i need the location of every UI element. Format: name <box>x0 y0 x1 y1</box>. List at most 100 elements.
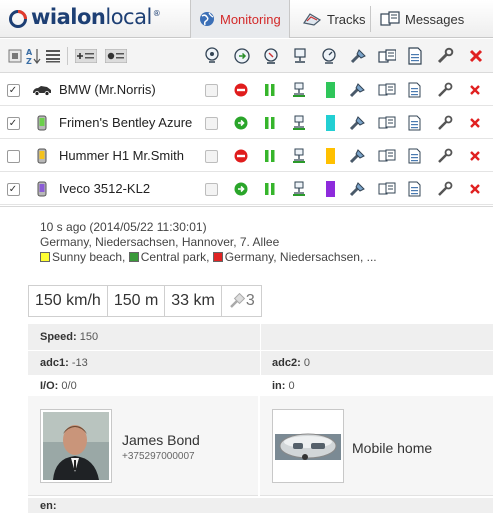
messages-icon[interactable] <box>378 107 396 139</box>
properties-icon[interactable] <box>436 107 454 139</box>
drive-icon[interactable] <box>262 47 280 65</box>
stop-state-icon <box>233 140 249 172</box>
unit-name[interactable]: Iveco 3512-KL2 <box>59 173 150 205</box>
delete-icon[interactable] <box>467 173 483 205</box>
delete-icon[interactable] <box>467 140 483 172</box>
unit-row[interactable]: ✓ Frimen's Bentley Azure <box>0 107 493 139</box>
select-all-icon[interactable] <box>6 47 24 65</box>
toolbar-divider <box>67 47 68 65</box>
tab-messages[interactable]: Messages <box>372 0 472 38</box>
delete-all-icon[interactable] <box>467 47 485 65</box>
moving-state-icon <box>233 173 249 205</box>
unit-select-checkbox[interactable] <box>204 140 218 172</box>
unit-select-checkbox[interactable] <box>204 173 218 205</box>
unit-name[interactable]: Frimen's Bentley Azure <box>59 107 192 139</box>
unit-select-checkbox[interactable] <box>204 107 218 139</box>
unit-name[interactable]: BMW (Mr.Norris) <box>59 74 156 106</box>
delete-icon[interactable] <box>467 74 483 106</box>
unit-checkbox[interactable]: ✓ <box>6 74 20 106</box>
grid-row-bg <box>28 498 493 513</box>
sort-az-icon[interactable]: AZ <box>24 47 42 65</box>
report-icon[interactable] <box>406 47 424 65</box>
trailer-photo <box>272 409 344 483</box>
unit-row[interactable]: Hummer H1 Mr.Smith <box>0 140 493 172</box>
unit-checkbox[interactable]: ✓ <box>6 173 20 205</box>
connection-status <box>324 140 336 172</box>
geofence-color <box>40 252 50 262</box>
messages-icon[interactable] <box>378 173 396 205</box>
list-icon[interactable] <box>44 47 62 65</box>
report-icon[interactable] <box>406 140 422 172</box>
logo-text: wialonlocal® <box>31 4 161 29</box>
svg-text:Z: Z <box>26 57 32 65</box>
tab-monitoring[interactable]: Monitoring <box>190 0 290 38</box>
checkbox-box <box>204 149 218 163</box>
geofence-item[interactable]: Germany, Niedersachsen, ... <box>212 250 377 264</box>
unit-checkbox[interactable]: ✓ <box>6 107 20 139</box>
unit-address: Germany, Niedersachsen, Hannover, 7. All… <box>40 235 280 249</box>
tools-icon[interactable] <box>349 173 367 205</box>
tracks-icon <box>302 11 322 27</box>
tools-icon[interactable] <box>349 74 367 106</box>
mileage-stat: 33 km <box>165 286 222 316</box>
tools-icon[interactable] <box>349 47 367 65</box>
geofence-item[interactable]: Sunny beach, <box>40 250 125 264</box>
pause-icon <box>262 107 278 139</box>
connection-status <box>324 173 336 205</box>
commands-icon[interactable] <box>233 47 251 65</box>
speed-icon[interactable] <box>320 47 338 65</box>
messages-icon[interactable] <box>378 74 396 106</box>
phone-yellow-icon <box>30 140 54 172</box>
tab-tracks[interactable]: Tracks <box>294 0 374 38</box>
unit-select-checkbox[interactable] <box>204 74 218 106</box>
add-group-icon[interactable] <box>74 47 98 65</box>
unit-name[interactable]: Hummer H1 Mr.Smith <box>59 140 184 172</box>
stop-state-icon <box>233 74 249 106</box>
unit-row[interactable]: ✓ BMW (Mr.Norris) <box>0 74 493 106</box>
pause-icon <box>262 140 278 172</box>
driver-name: James Bond <box>122 432 200 448</box>
checkbox-box: ✓ <box>6 116 20 130</box>
units-toolbar: AZ <box>0 39 493 73</box>
location-icon[interactable] <box>203 47 221 65</box>
sensor-icon[interactable] <box>291 47 309 65</box>
properties-icon[interactable] <box>436 140 454 172</box>
tools-icon[interactable] <box>349 107 367 139</box>
messages-icon[interactable] <box>378 140 396 172</box>
in-param: in: 0 <box>272 380 295 392</box>
group-view-icon[interactable] <box>104 47 128 65</box>
report-icon[interactable] <box>406 107 422 139</box>
unit-row[interactable]: ✓ Iveco 3512-KL2 <box>0 173 493 205</box>
messages-icon <box>380 11 400 27</box>
report-icon[interactable] <box>406 173 422 205</box>
properties-icon[interactable] <box>436 74 454 106</box>
checkbox-box: ✓ <box>6 182 20 196</box>
sensor-state-icon[interactable] <box>291 74 307 106</box>
driver-phone: +375297000007 <box>122 451 195 462</box>
geofence-item[interactable]: Central park, <box>128 250 209 264</box>
wialon-logo[interactable]: wialonlocal® <box>8 4 161 32</box>
delete-icon[interactable] <box>467 107 483 139</box>
sensor-state-icon[interactable] <box>291 173 307 205</box>
pause-icon <box>262 74 278 106</box>
satellite-icon <box>229 292 246 308</box>
tools-icon[interactable] <box>349 140 367 172</box>
sensor-state-icon[interactable] <box>291 107 307 139</box>
cards-row: James Bond +375297000007 Mobile home <box>28 396 493 496</box>
phone-purple-icon <box>30 173 54 205</box>
report-icon[interactable] <box>406 74 422 106</box>
unit-checkbox[interactable] <box>6 140 20 172</box>
sensor-state-icon[interactable] <box>291 140 307 172</box>
grid-divider <box>260 324 261 350</box>
speed-stat: 150 km/h <box>29 286 108 316</box>
geofence-list: Sunny beach, Central park, Germany, Nied… <box>40 250 377 264</box>
driver-card[interactable]: James Bond +375297000007 <box>28 396 258 496</box>
properties-icon[interactable] <box>436 173 454 205</box>
speed-param: Speed: 150 <box>40 331 99 343</box>
trailer-name: Mobile home <box>352 440 433 456</box>
checkbox-box <box>6 149 20 163</box>
notifications-icon[interactable] <box>378 47 396 65</box>
adc1-param: adc1: -13 <box>40 357 88 369</box>
wrench-icon[interactable] <box>436 47 454 65</box>
trailer-card[interactable]: Mobile home <box>260 396 493 496</box>
